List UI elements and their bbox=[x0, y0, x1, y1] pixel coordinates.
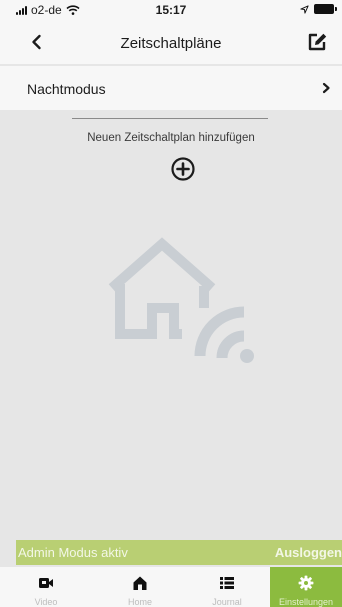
tab-label: Journal bbox=[212, 597, 242, 607]
tab-bar: Video Home Journal Einstellungen bbox=[0, 567, 342, 607]
schedule-label: Nachtmodus bbox=[27, 81, 106, 97]
smart-home-icon bbox=[108, 237, 254, 363]
navigation-bar: Zeitschaltpläne bbox=[0, 20, 342, 64]
divider bbox=[72, 118, 268, 119]
tab-home[interactable]: Home bbox=[108, 567, 172, 607]
home-icon bbox=[133, 576, 147, 590]
location-arrow-icon bbox=[300, 4, 309, 14]
admin-status: Admin Modus aktiv bbox=[18, 545, 128, 560]
battery-icon bbox=[314, 4, 337, 14]
logout-button[interactable]: Ausloggen bbox=[275, 545, 342, 560]
tab-einstellungen[interactable]: Einstellungen bbox=[270, 567, 342, 607]
tab-video[interactable]: Video bbox=[14, 567, 78, 607]
tab-journal[interactable]: Journal bbox=[195, 567, 259, 607]
tab-label: Video bbox=[34, 597, 58, 607]
video-camera-icon bbox=[39, 578, 53, 588]
schedule-row-nachtmodus[interactable]: Nachtmodus bbox=[0, 66, 342, 110]
add-schedule-label[interactable]: Neuen Zeitschaltplan hinzufügen bbox=[0, 132, 342, 144]
status-right bbox=[300, 4, 337, 14]
gear-icon bbox=[298, 575, 314, 591]
tab-label: Einstellungen bbox=[278, 597, 334, 607]
edit-icon[interactable] bbox=[306, 31, 328, 53]
clock: 15:17 bbox=[155, 3, 187, 17]
list-icon bbox=[220, 577, 234, 589]
admin-mode-bar: Admin Modus aktiv Ausloggen bbox=[16, 540, 342, 565]
tab-label: Home bbox=[127, 597, 152, 607]
page-title: Zeitschaltpläne bbox=[120, 35, 222, 52]
add-circle-icon[interactable] bbox=[170, 156, 196, 182]
status-bar: o2-de 15:17 bbox=[0, 0, 342, 20]
chevron-right-icon bbox=[322, 82, 330, 94]
